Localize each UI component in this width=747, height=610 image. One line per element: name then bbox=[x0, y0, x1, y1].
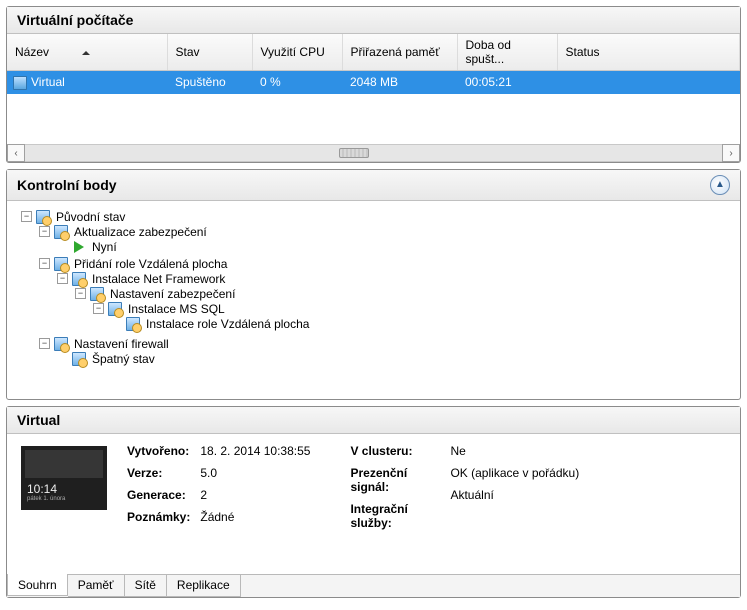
cell-mem: 2048 MB bbox=[342, 71, 457, 94]
integration-label: Integrační služby: bbox=[350, 502, 440, 530]
heartbeat-value: OK (aplikace v pořádku) bbox=[450, 466, 579, 480]
cell-cpu: 0 % bbox=[252, 71, 342, 94]
snapshot-icon bbox=[90, 287, 104, 301]
created-label: Vytvořeno: bbox=[127, 444, 190, 458]
vm-panel-header: Virtuální počítače bbox=[7, 7, 740, 34]
tree-node[interactable]: Špatný stav bbox=[57, 352, 730, 366]
tree-node[interactable]: Instalace role Vzdálená plocha bbox=[111, 317, 730, 331]
tab-replication[interactable]: Replikace bbox=[167, 575, 241, 597]
scroll-track[interactable] bbox=[25, 144, 722, 162]
hscrollbar[interactable]: ‹ › bbox=[7, 144, 740, 162]
collapse-icon[interactable]: − bbox=[93, 303, 104, 314]
col-status[interactable]: Status bbox=[557, 34, 740, 71]
notes-value: Žádné bbox=[200, 510, 310, 524]
version-value: 5.0 bbox=[200, 466, 310, 480]
snapshot-icon bbox=[72, 272, 86, 286]
generation-label: Generace: bbox=[127, 488, 190, 502]
tree-node[interactable]: − Nastavení zabezpečení bbox=[75, 287, 730, 301]
details-header: Virtual bbox=[7, 407, 740, 434]
tree-node[interactable]: − Přidání role Vzdálená plocha bbox=[39, 257, 730, 271]
col-uptime[interactable]: Doba od spušt... bbox=[457, 34, 557, 71]
col-cpu[interactable]: Využití CPU bbox=[252, 34, 342, 71]
snapshot-icon bbox=[54, 337, 68, 351]
scroll-left-icon[interactable]: ‹ bbox=[7, 144, 25, 162]
version-label: Verze: bbox=[127, 466, 190, 480]
tree-node[interactable]: − Instalace MS SQL bbox=[93, 302, 730, 316]
tree-node[interactable]: − Instalace Net Framework bbox=[57, 272, 730, 286]
collapse-icon[interactable]: − bbox=[75, 288, 86, 299]
sort-asc-icon bbox=[82, 51, 90, 55]
collapse-icon[interactable]: − bbox=[39, 338, 50, 349]
vm-row-selected[interactable]: Virtual Spuštěno 0 % 2048 MB 00:05:21 bbox=[7, 71, 740, 94]
collapse-icon[interactable]: − bbox=[39, 258, 50, 269]
collapse-up-icon[interactable]: ▲ bbox=[710, 175, 730, 195]
integration-value: Aktuální bbox=[450, 488, 579, 502]
collapse-icon[interactable]: − bbox=[21, 211, 32, 222]
details-left: Vytvořeno: Verze: Generace: Poznámky: 18… bbox=[127, 444, 310, 568]
snapshot-icon bbox=[126, 317, 140, 331]
thumb-time: 10:14 bbox=[27, 482, 57, 496]
vm-table: Název Stav Využití CPU Přiřazená paměť D… bbox=[7, 34, 740, 144]
tab-networking[interactable]: Sítě bbox=[125, 575, 167, 597]
vm-panel-title: Virtuální počítače bbox=[17, 12, 133, 28]
generation-value: 2 bbox=[200, 488, 310, 502]
tree-node[interactable]: − Nastavení firewall bbox=[39, 337, 730, 351]
snapshot-icon bbox=[36, 210, 50, 224]
col-state[interactable]: Stav bbox=[167, 34, 252, 71]
tab-summary[interactable]: Souhrn bbox=[7, 574, 68, 596]
details-tabs: Souhrn Paměť Sítě Replikace bbox=[7, 574, 740, 597]
notes-label: Poznámky: bbox=[127, 510, 190, 524]
details-title: Virtual bbox=[17, 412, 60, 428]
details-body: 10:14 pátek 1. února Vytvořeno: Verze: G… bbox=[7, 434, 740, 574]
vm-panel-body: Název Stav Využití CPU Přiřazená paměť D… bbox=[7, 34, 740, 162]
play-icon bbox=[74, 241, 84, 253]
tree-node-root[interactable]: − Původní stav bbox=[21, 210, 730, 224]
cell-name: Virtual bbox=[7, 71, 167, 94]
thumb-sub: pátek 1. února bbox=[27, 496, 65, 502]
details-panel: Virtual 10:14 pátek 1. února Vytvořeno: … bbox=[6, 406, 741, 598]
checkpoints-title: Kontrolní body bbox=[17, 177, 117, 193]
details-columns: Vytvořeno: Verze: Generace: Poznámky: 18… bbox=[127, 444, 726, 568]
collapse-icon[interactable]: − bbox=[39, 226, 50, 237]
vm-icon bbox=[13, 76, 27, 90]
details-right: V clusteru: Prezenční signál: Integrační… bbox=[350, 444, 579, 568]
vm-thumbnail[interactable]: 10:14 pátek 1. února bbox=[21, 446, 107, 510]
checkpoints-panel: Kontrolní body ▲ − Původní stav − Aktual… bbox=[6, 169, 741, 400]
cluster-label: V clusteru: bbox=[350, 444, 440, 458]
cell-uptime: 00:05:21 bbox=[457, 71, 557, 94]
snapshot-icon bbox=[54, 225, 68, 239]
tab-memory[interactable]: Paměť bbox=[68, 575, 125, 597]
tree-node[interactable]: − Aktualizace zabezpečení bbox=[39, 225, 730, 239]
scroll-right-icon[interactable]: › bbox=[722, 144, 740, 162]
vm-panel: Virtuální počítače Název Stav Využití CP… bbox=[6, 6, 741, 163]
col-name[interactable]: Název bbox=[7, 34, 167, 71]
snapshot-icon bbox=[54, 257, 68, 271]
tree-node-now[interactable]: Nyní bbox=[57, 240, 730, 254]
scroll-thumb[interactable] bbox=[339, 148, 369, 158]
cell-state: Spuštěno bbox=[167, 71, 252, 94]
snapshot-icon bbox=[72, 352, 86, 366]
created-value: 18. 2. 2014 10:38:55 bbox=[200, 444, 310, 458]
vm-empty-area bbox=[7, 94, 740, 144]
col-mem[interactable]: Přiřazená paměť bbox=[342, 34, 457, 71]
cell-status bbox=[557, 71, 740, 94]
cluster-value: Ne bbox=[450, 444, 579, 458]
snapshot-icon bbox=[108, 302, 122, 316]
checkpoint-tree: − Původní stav − Aktualizace zabezpečení bbox=[7, 201, 740, 399]
heartbeat-label: Prezenční signál: bbox=[350, 466, 440, 494]
checkpoints-header: Kontrolní body ▲ bbox=[7, 170, 740, 201]
collapse-icon[interactable]: − bbox=[57, 273, 68, 284]
